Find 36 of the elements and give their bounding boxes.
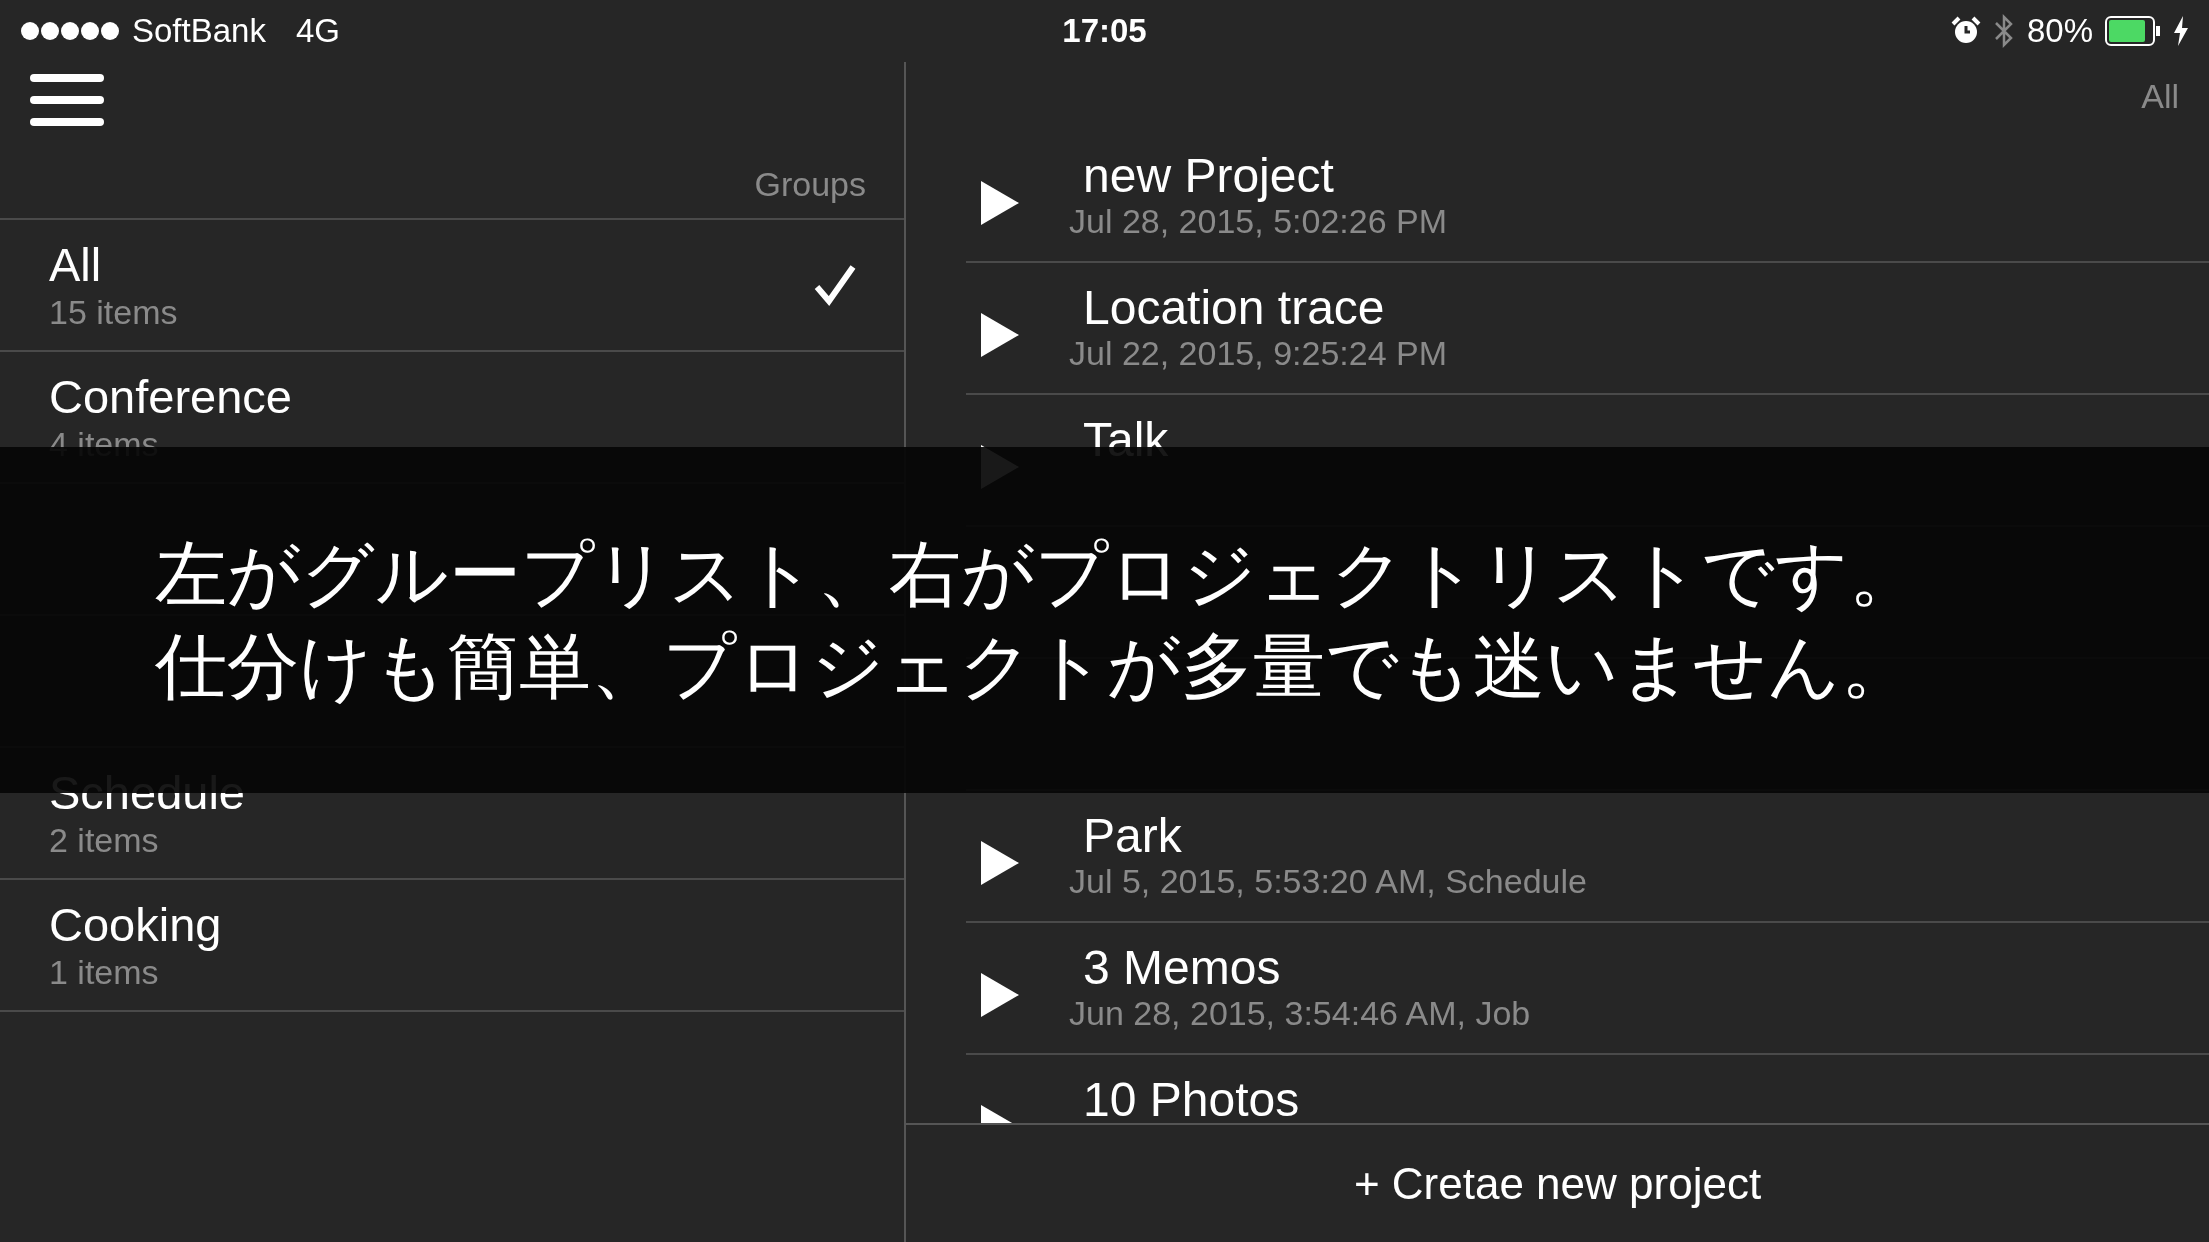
battery-percent: 80%	[2026, 12, 2093, 50]
carrier-label: SoftBank	[132, 12, 266, 50]
project-date: Jul 28, 2015, 5:02:26 PM	[1069, 202, 1448, 241]
group-name[interactable]: Cooking	[49, 898, 814, 952]
menu-icon[interactable]	[30, 74, 104, 126]
play-icon[interactable]	[981, 313, 1019, 357]
create-project-button[interactable]: + Cretae new project	[1343, 1152, 1772, 1215]
project-date: Jul 22, 2015, 9:25:24 PM	[1069, 333, 1448, 373]
alarm-clock-icon	[1950, 16, 1981, 46]
project-date: Jul 5, 2015, 5:53:20 AM, Schedule	[1069, 861, 1587, 901]
project-title: Talk	[1083, 415, 1169, 465]
group-name[interactable]: Conference	[49, 370, 814, 424]
caption-text: 左がグループリスト、右がプロジェクトリストです。	[155, 533, 1922, 616]
project-date: Jun 28, 2015, 3:54:46 AM, Job	[1069, 993, 1531, 1033]
group-count: 1 items	[49, 952, 160, 992]
group-count: 15 items	[49, 292, 179, 332]
bluetooth-icon	[1992, 13, 2015, 49]
caption-text: 仕分けも簡単、プロジェクトが多量でも迷いません。	[155, 625, 1914, 708]
project-title: Park	[1083, 811, 1183, 861]
group-count: 2 items	[49, 820, 160, 860]
charging-bolt-icon	[2173, 16, 2189, 46]
filter-label[interactable]: All	[2141, 77, 2179, 116]
project-title: 3 Memos	[1083, 943, 1282, 993]
group-count: 4 items	[49, 424, 160, 464]
play-icon[interactable]	[981, 841, 1019, 885]
project-title: new Project	[1083, 151, 1335, 201]
play-icon[interactable]	[981, 181, 1019, 225]
signal-icon	[20, 21, 122, 41]
project-title: Location trace	[1083, 283, 1386, 333]
groups-header: Groups	[754, 165, 866, 204]
network-label: 4G	[295, 12, 340, 50]
play-icon[interactable]	[981, 973, 1019, 1017]
group-name[interactable]: All	[49, 238, 814, 292]
project-title: 10 Photos	[1083, 1075, 1300, 1123]
status-time: 17:05	[1062, 12, 1147, 50]
battery-icon	[2105, 16, 2161, 46]
